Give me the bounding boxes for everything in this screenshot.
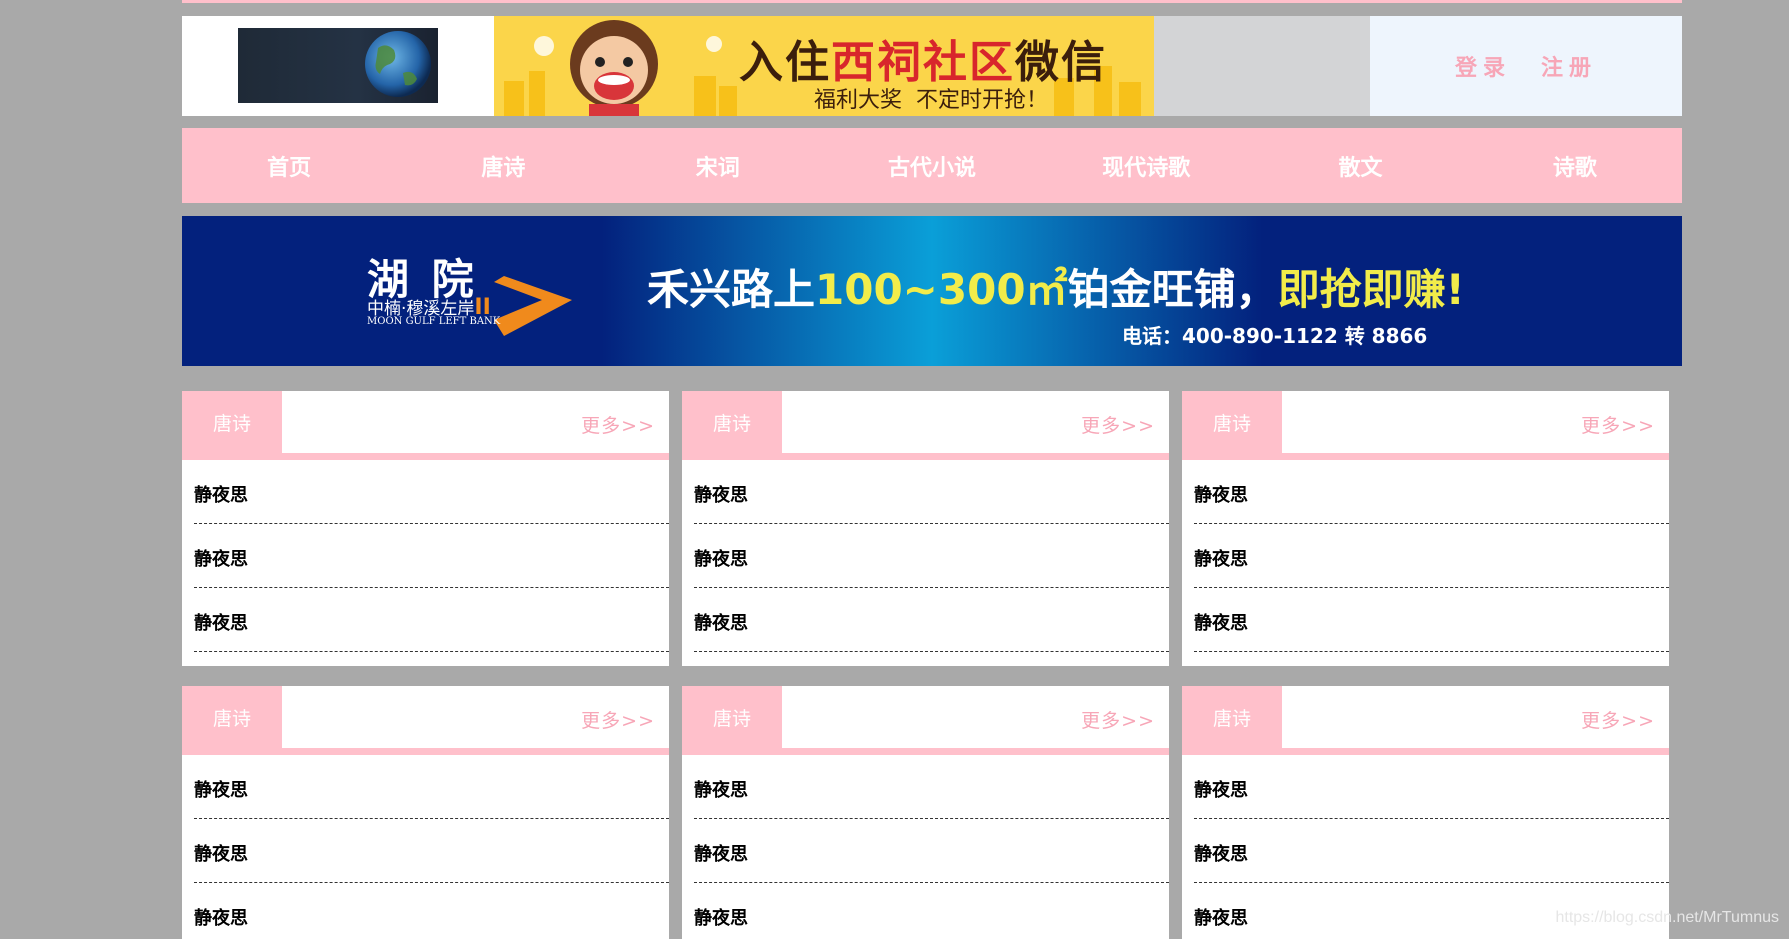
more-link[interactable]: 更多>> [1081, 706, 1155, 733]
more-link[interactable]: 更多>> [1581, 411, 1655, 438]
poem-list: 静夜思 静夜思 静夜思 [182, 755, 669, 939]
header: 入住西祠社区微信 福利大奖 不定时开抢！ 登录 注册 [182, 16, 1682, 116]
category-box: 唐诗 更多>> 静夜思 静夜思 静夜思 [182, 686, 669, 939]
list-item: 静夜思 [694, 588, 1169, 652]
poem-link[interactable]: 静夜思 [1194, 477, 1248, 507]
list-item: 静夜思 [694, 460, 1169, 524]
box-title[interactable]: 唐诗 [182, 391, 282, 453]
banner-headline: 禾兴路上100~300㎡铂金旺铺，即抢即赚! [647, 256, 1465, 317]
poem-link[interactable]: 静夜思 [694, 836, 748, 866]
banner-headline-part: 铂金旺铺， [1067, 265, 1278, 314]
wechat-ad-title-part: 西祠社区 [831, 37, 1015, 88]
register-link[interactable]: 注册 [1541, 50, 1597, 82]
poem-link[interactable]: 静夜思 [694, 605, 748, 635]
box-title[interactable]: 唐诗 [1182, 391, 1282, 453]
list-item: 静夜思 [694, 883, 1169, 939]
list-item: 静夜思 [1194, 460, 1669, 524]
category-box: 唐诗 更多>> 静夜思 静夜思 静夜思 [1182, 391, 1669, 666]
wechat-ad[interactable]: 入住西祠社区微信 福利大奖 不定时开抢！ [494, 16, 1154, 116]
wechat-ad-title-part: 入住 [739, 37, 831, 88]
box-header: 唐诗 更多>> [1182, 391, 1669, 460]
banner-headline-part: 禾兴路上 [647, 265, 816, 314]
poem-list: 静夜思 静夜思 静夜思 [1182, 460, 1669, 652]
category-box: 唐诗 更多>> 静夜思 静夜思 静夜思 [682, 391, 1169, 666]
poem-link[interactable]: 静夜思 [1194, 900, 1248, 930]
nav-item-prose[interactable]: 散文 [1253, 128, 1467, 203]
poem-link[interactable]: 静夜思 [194, 477, 248, 507]
box-header: 唐诗 更多>> [682, 686, 1169, 755]
box-header: 唐诗 更多>> [182, 391, 669, 460]
poem-link[interactable]: 静夜思 [194, 772, 248, 802]
wechat-ad-subtitle: 福利大奖 不定时开抢！ [814, 88, 1048, 113]
poem-list: 静夜思 静夜思 静夜思 [182, 460, 669, 652]
list-item: 静夜思 [1194, 819, 1669, 883]
poem-link[interactable]: 静夜思 [1194, 541, 1248, 571]
wechat-ad-title-part: 微信 [1015, 37, 1107, 88]
list-item: 静夜思 [194, 819, 669, 883]
more-link[interactable]: 更多>> [581, 411, 655, 438]
poem-list: 静夜思 静夜思 静夜思 [682, 755, 1169, 939]
list-item: 静夜思 [1194, 755, 1669, 819]
poem-link[interactable]: 静夜思 [1194, 772, 1248, 802]
box-title[interactable]: 唐诗 [1182, 686, 1282, 748]
box-header: 唐诗 更多>> [1182, 686, 1669, 755]
banner-brand-english: MOON GULF LEFT BANK [367, 316, 501, 327]
list-item: 静夜思 [694, 819, 1169, 883]
poem-link[interactable]: 静夜思 [1194, 605, 1248, 635]
more-link[interactable]: 更多>> [1581, 706, 1655, 733]
box-header: 唐诗 更多>> [682, 391, 1169, 460]
list-item: 静夜思 [1194, 524, 1669, 588]
list-item: 静夜思 [1194, 588, 1669, 652]
poem-link[interactable]: 静夜思 [1194, 836, 1248, 866]
box-header: 唐诗 更多>> [182, 686, 669, 755]
banner-phone: 电话：400-890-1122 转 8866 [1122, 324, 1428, 348]
category-box: 唐诗 更多>> 静夜思 静夜思 静夜思 [1182, 686, 1669, 939]
poem-link[interactable]: 静夜思 [194, 541, 248, 571]
box-title[interactable]: 唐诗 [182, 686, 282, 748]
nav-item-ancient-novels[interactable]: 古代小说 [825, 128, 1039, 203]
list-item: 静夜思 [694, 755, 1169, 819]
site-logo[interactable] [238, 28, 438, 103]
list-item: 静夜思 [194, 755, 669, 819]
poem-link[interactable]: 静夜思 [194, 605, 248, 635]
box-title[interactable]: 唐诗 [682, 686, 782, 748]
category-box: 唐诗 更多>> 静夜思 静夜思 静夜思 [182, 391, 669, 666]
real-estate-banner[interactable]: 湖 院 中楠·穆溪左岸II MOON GULF LEFT BANK 禾兴路上10… [182, 216, 1682, 366]
poem-list: 静夜思 静夜思 静夜思 [682, 460, 1169, 652]
nav-item-modern-poetry[interactable]: 现代诗歌 [1039, 128, 1253, 203]
banner-headline-part: 100~300㎡ [815, 265, 1068, 314]
main-nav: 首页 唐诗 宋词 古代小说 现代诗歌 散文 诗歌 [182, 128, 1682, 203]
list-item: 静夜思 [194, 460, 669, 524]
wechat-ad-title: 入住西祠社区微信 [739, 26, 1107, 90]
poem-link[interactable]: 静夜思 [694, 477, 748, 507]
login-link[interactable]: 登录 [1455, 50, 1511, 82]
nav-item-poems[interactable]: 诗歌 [1468, 128, 1682, 203]
box-title[interactable]: 唐诗 [682, 391, 782, 453]
more-link[interactable]: 更多>> [1081, 411, 1155, 438]
category-box: 唐诗 更多>> 静夜思 静夜思 静夜思 [682, 686, 1169, 939]
watermark: https://blog.csdn.net/MrTumnus [1555, 909, 1779, 926]
top-strip [182, 0, 1682, 3]
poem-link[interactable]: 静夜思 [694, 900, 748, 930]
banner-headline-part: 即抢即赚! [1277, 265, 1465, 314]
more-link[interactable]: 更多>> [581, 706, 655, 733]
poem-link[interactable]: 静夜思 [694, 541, 748, 571]
nav-item-tang-poetry[interactable]: 唐诗 [396, 128, 610, 203]
list-item: 静夜思 [194, 883, 669, 939]
ad-placeholder [1154, 16, 1370, 116]
poem-link[interactable]: 静夜思 [194, 836, 248, 866]
nav-item-home[interactable]: 首页 [182, 128, 396, 203]
list-item: 静夜思 [694, 524, 1169, 588]
list-item: 静夜思 [194, 588, 669, 652]
poem-link[interactable]: 静夜思 [694, 772, 748, 802]
nav-item-song-ci[interactable]: 宋词 [611, 128, 825, 203]
user-box: 登录 注册 [1370, 16, 1682, 116]
poem-link[interactable]: 静夜思 [194, 900, 248, 930]
list-item: 静夜思 [194, 524, 669, 588]
